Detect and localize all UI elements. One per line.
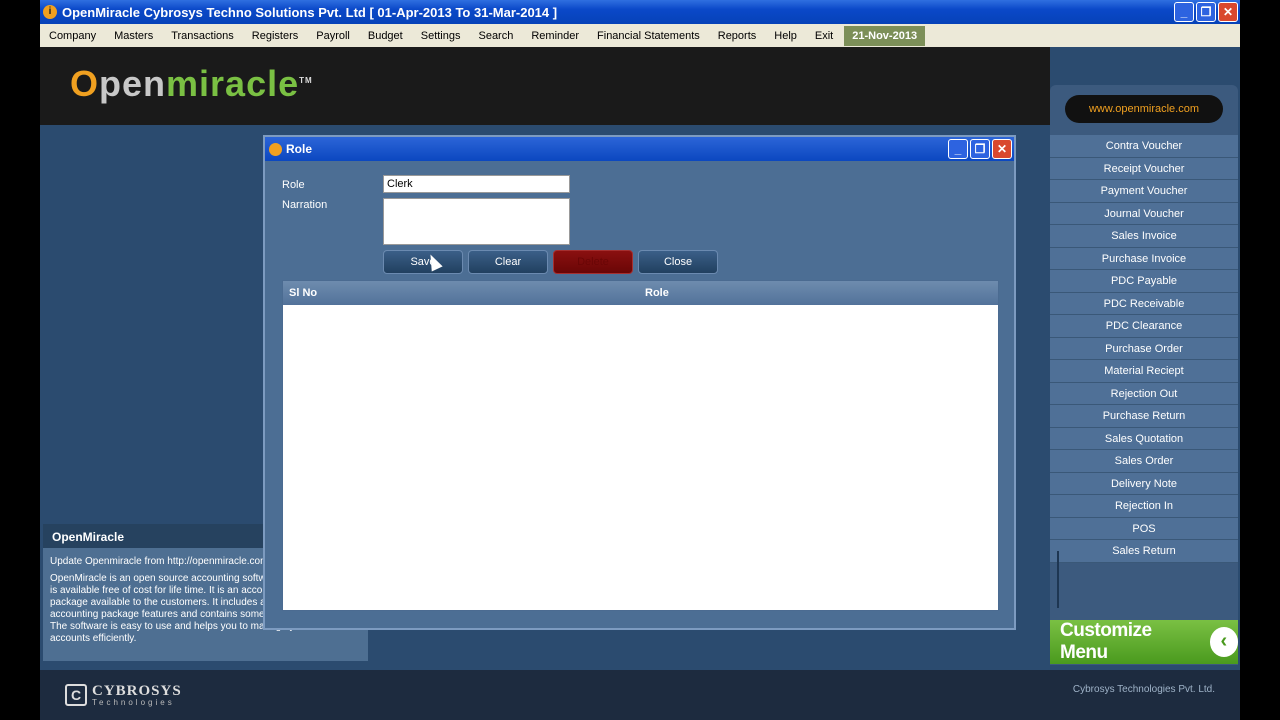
sidebar-item-sales-quotation[interactable]: Sales Quotation [1050,427,1238,450]
sidebar-item-receipt-voucher[interactable]: Receipt Voucher [1050,157,1238,180]
restore-button[interactable]: ❐ [1196,2,1216,22]
menu-reports[interactable]: Reports [709,30,766,42]
column-header-sl-no[interactable]: Sl No [283,287,645,299]
sidebar-item-payment-voucher[interactable]: Payment Voucher [1050,180,1238,203]
menu-registers[interactable]: Registers [243,30,307,42]
menu-help[interactable]: Help [765,30,806,42]
footer-strip: C CYBROSYS Technologies Cybrosys Technol… [40,670,1240,720]
sidebar-item-pos[interactable]: POS [1050,517,1238,540]
close-button[interactable]: ✕ [1218,2,1238,22]
dialog-app-icon [269,142,282,156]
cybrosys-logo: C CYBROSYS Technologies [65,683,182,707]
narration-label: Narration [282,199,328,211]
sidebar-item-material-reciept[interactable]: Material Reciept [1050,360,1238,383]
chevron-left-icon: ‹ [1209,627,1238,657]
menu-budget[interactable]: Budget [359,30,412,42]
menu-settings[interactable]: Settings [412,30,470,42]
window-title: OpenMiracle Cybrosys Techno Solutions Pv… [62,4,558,20]
sidebar-item-rejection-in[interactable]: Rejection In [1050,495,1238,518]
menu-search[interactable]: Search [469,30,522,42]
save-button[interactable]: Save [383,250,463,274]
openmiracle-logo: OpenmiracleTM [70,63,313,104]
sidebar-item-delivery-note[interactable]: Delivery Note [1050,472,1238,495]
role-input[interactable]: Clerk [383,175,570,193]
customize-menu-button[interactable]: Customize Menu ‹ [1050,620,1238,664]
sidebar-item-purchase-order[interactable]: Purchase Order [1050,337,1238,360]
sidebar-item-pdc-receivable[interactable]: PDC Receivable [1050,292,1238,315]
window-titlebar: i OpenMiracle Cybrosys Techno Solutions … [40,0,1240,24]
header-strip: OpenmiracleTM [40,47,1050,125]
dialog-title: Role [286,142,313,156]
menu-financial-statements[interactable]: Financial Statements [588,30,709,42]
sidebar-item-pdc-payable[interactable]: PDC Payable [1050,270,1238,293]
menu-exit[interactable]: Exit [806,30,842,42]
dialog-close-button[interactable]: ✕ [992,139,1012,159]
column-header-role[interactable]: Role [645,287,669,299]
sidebar-item-sales-invoice[interactable]: Sales Invoice [1050,225,1238,248]
current-date-badge: 21-Nov-2013 [844,25,926,46]
menu-transactions[interactable]: Transactions [162,30,243,42]
quick-menu-list: Contra Voucher Receipt Voucher Payment V… [1050,135,1238,563]
roles-grid[interactable]: Sl No Role [282,280,999,611]
minimize-button[interactable]: _ [1174,2,1194,22]
sidebar-item-purchase-invoice[interactable]: Purchase Invoice [1050,247,1238,270]
website-link[interactable]: www.openmiracle.com [1065,95,1223,123]
dialog-maximize-button[interactable]: ❐ [970,139,990,159]
role-label: Role [282,179,305,191]
grid-header: Sl No Role [283,281,998,305]
dialog-titlebar: Role _ ❐ ✕ [265,137,1014,161]
sidebar-item-journal-voucher[interactable]: Journal Voucher [1050,202,1238,225]
sidebar-scrollbar[interactable] [1057,551,1059,608]
menu-masters[interactable]: Masters [105,30,162,42]
dialog-minimize-button[interactable]: _ [948,139,968,159]
narration-textarea[interactable] [383,198,570,245]
sidebar-item-contra-voucher[interactable]: Contra Voucher [1050,135,1238,158]
sidebar-item-sales-order[interactable]: Sales Order [1050,450,1238,473]
openmiracle-app-icon: i [43,5,57,19]
cybrosys-mark-icon: C [65,684,87,706]
menu-company[interactable]: Company [40,30,105,42]
clear-button[interactable]: Clear [468,250,548,274]
customize-menu-label: Customize Menu [1060,620,1152,663]
role-dialog: Role _ ❐ ✕ Role Narration Clerk Save Cle… [263,135,1016,630]
sidebar-item-rejection-out[interactable]: Rejection Out [1050,382,1238,405]
menu-payroll[interactable]: Payroll [307,30,359,42]
sidebar-item-pdc-clearance[interactable]: PDC Clearance [1050,315,1238,338]
sidebar-item-sales-return[interactable]: Sales Return [1050,540,1238,563]
menu-reminder[interactable]: Reminder [522,30,588,42]
close-dialog-button[interactable]: Close [638,250,718,274]
sidebar-item-purchase-return[interactable]: Purchase Return [1050,405,1238,428]
footer-company-name: Cybrosys Technologies Pvt. Ltd. [1072,684,1215,695]
quick-menu-sidebar: www.openmiracle.com Contra Voucher Recei… [1050,85,1238,665]
delete-button[interactable]: Delete [553,250,633,274]
menu-bar: Company Masters Transactions Registers P… [40,24,1240,47]
